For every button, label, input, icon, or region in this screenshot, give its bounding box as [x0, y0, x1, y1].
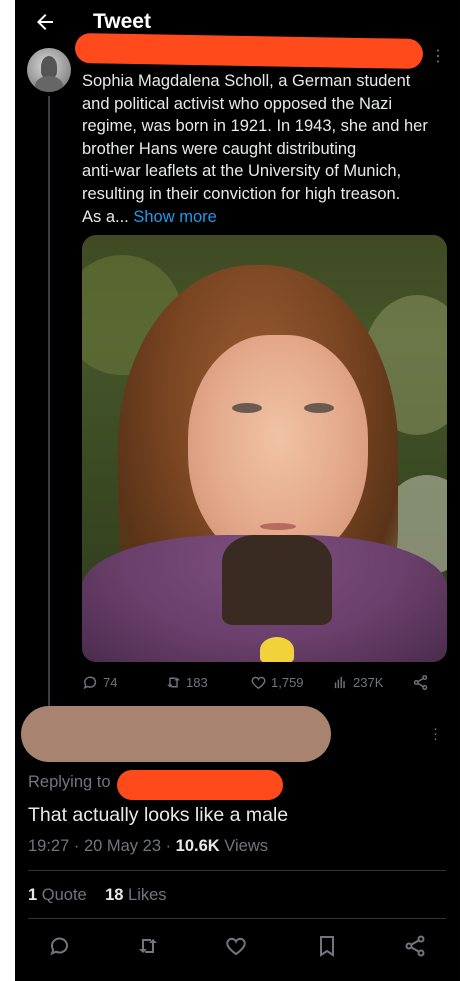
- replying-to-label: Replying to: [28, 773, 111, 791]
- tweet-text: Sophia Magdalena Scholl, a German studen…: [82, 70, 452, 228]
- like-action[interactable]: 1,759: [250, 674, 304, 691]
- retweet-icon: [139, 939, 157, 953]
- reply-views-label: Views: [219, 837, 269, 855]
- comment-icon: [83, 676, 97, 690]
- like-count: 1,759: [271, 675, 304, 690]
- reply-action[interactable]: 74: [82, 674, 117, 691]
- share-action[interactable]: [412, 674, 429, 691]
- reply-count: 74: [103, 675, 118, 690]
- reply-timestamp: 19:27 · 20 May 23 ·: [28, 837, 176, 855]
- avatar[interactable]: [27, 48, 71, 92]
- divider: [28, 918, 446, 919]
- quote-label: Quote: [37, 886, 87, 904]
- like-button[interactable]: [224, 934, 248, 958]
- share-button[interactable]: [403, 934, 427, 958]
- redacted-replier: [21, 706, 331, 762]
- tweet-photo[interactable]: [82, 235, 447, 662]
- reply-views-count: 10.6K: [175, 837, 220, 855]
- reply-more-options-icon[interactable]: · · ·: [433, 721, 438, 746]
- tweet-body: Sophia Magdalena Scholl, a German studen…: [82, 72, 428, 226]
- quote-count: 1: [28, 886, 38, 904]
- show-more-link[interactable]: Show more: [133, 208, 216, 226]
- reply-action-bar: [15, 930, 460, 962]
- heart-icon: [226, 937, 246, 956]
- thread-line: [48, 96, 50, 706]
- arrow-left-icon: [37, 14, 53, 30]
- likes-label: Likes: [123, 886, 167, 904]
- replying-to: Replying to: [28, 773, 111, 792]
- reply-text: That actually looks like a male: [28, 804, 289, 826]
- redacted-author-name: [74, 32, 424, 70]
- bookmark-button[interactable]: [315, 934, 339, 958]
- tweet-actions: 74 183 1,759 237K: [82, 672, 452, 698]
- reply-stats: 1 Quote 18 Likes: [28, 886, 167, 905]
- back-button[interactable]: [33, 10, 57, 34]
- tweet-detail-screen: Tweet ⋮ Sophia Magdalena Scholl, a Germa…: [15, 0, 460, 981]
- reply-button[interactable]: [48, 934, 72, 958]
- bookmark-icon: [320, 936, 334, 957]
- divider: [28, 870, 446, 871]
- view-count: 237K: [353, 675, 384, 690]
- retweet-button[interactable]: [136, 934, 160, 958]
- share-icon: [405, 935, 425, 957]
- views-bar-icon: [334, 676, 345, 689]
- likes-count: 18: [105, 886, 124, 904]
- share-icon: [413, 675, 428, 690]
- retweet-icon: [167, 677, 180, 688]
- retweet-count: 183: [186, 675, 208, 690]
- page-title: Tweet: [93, 10, 151, 33]
- retweet-action[interactable]: 183: [165, 674, 208, 691]
- heart-icon: [251, 676, 266, 690]
- redacted-replying-handle: [117, 770, 283, 800]
- likes-stat[interactable]: 18 Likes: [105, 886, 166, 904]
- quote-stat[interactable]: 1 Quote: [28, 886, 87, 904]
- more-options-icon[interactable]: ⋮: [430, 46, 446, 66]
- reply-meta: 19:27 · 20 May 23 · 10.6K Views: [28, 837, 268, 856]
- comment-icon: [50, 937, 68, 956]
- views-action[interactable]: 237K: [332, 674, 383, 691]
